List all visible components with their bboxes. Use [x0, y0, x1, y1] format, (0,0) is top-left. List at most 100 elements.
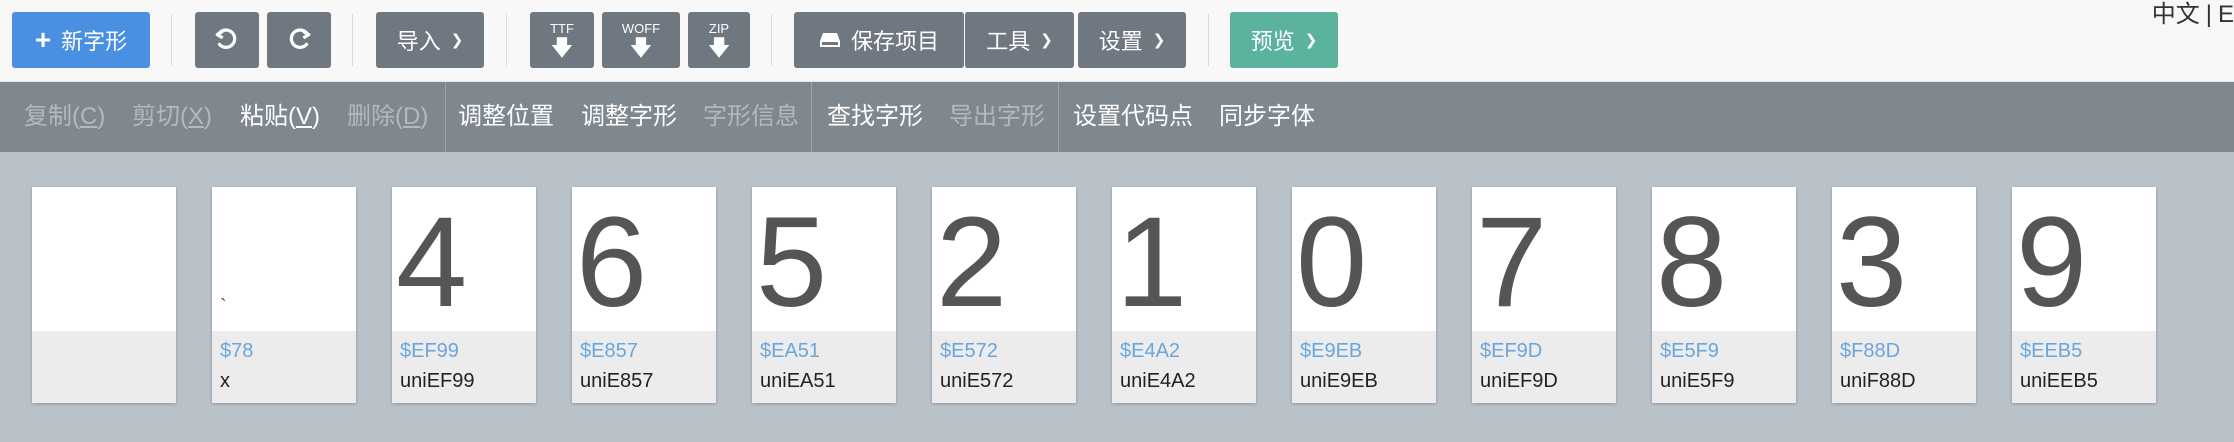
download-arrow-icon: 🡇 — [550, 34, 574, 60]
glyph-card[interactable]: 2 $E572 uniE572 — [932, 187, 1076, 403]
sync-font-action[interactable]: 同步字体 — [1219, 82, 1315, 152]
glyph-codepoint: $E857 — [580, 340, 638, 362]
language-switcher: 中文 | E — [2152, 0, 2234, 30]
glyph-codepoint: $EF99 — [400, 340, 459, 362]
redo-icon — [289, 28, 311, 49]
download-woff-button[interactable]: WOFF 🡇 — [602, 12, 680, 68]
action-separator — [1058, 82, 1059, 152]
delete-label-end: ) — [420, 103, 429, 130]
glyph-codepoint — [40, 337, 168, 367]
glyph-codepoint: $E4A2 — [1120, 340, 1181, 362]
toolbar-separator — [171, 14, 172, 66]
delete-action[interactable]: 删除(D) — [347, 82, 428, 152]
glyph-info: $E4A2 uniE4A2 — [1112, 331, 1256, 403]
main-toolbar: + 新字形 导入 ❯ TTF 🡇 WOFF 🡇 ZIP 🡇 保存项目 工具 ❯ 设置 … — [0, 0, 2234, 82]
glyph-codepoint: $EA51 — [760, 340, 821, 362]
new-glyph-label: 新字形 — [61, 29, 128, 54]
woff-label: WOFF — [621, 20, 661, 36]
copy-label-end: ) — [97, 103, 106, 130]
chevron-down-icon: ❯ — [450, 32, 464, 49]
glyph-codepoint: $EEB5 — [2020, 340, 2083, 362]
glyph-name: uniF88D — [1840, 370, 1916, 392]
glyph-name: uniE572 — [940, 370, 1014, 392]
redo-button[interactable] — [267, 12, 331, 68]
glyph-preview: 5 — [756, 191, 828, 334]
ttf-label: TTF — [550, 20, 574, 36]
glyph-card[interactable]: 1 $E4A2 uniE4A2 — [1112, 187, 1256, 403]
download-zip-button[interactable]: ZIP 🡇 — [688, 12, 750, 68]
language-zh-link[interactable]: 中文 — [2152, 1, 2200, 28]
glyph-name: uniE5F9 — [1660, 370, 1735, 392]
glyph-preview: ` — [220, 296, 227, 318]
glyph-codepoint: $E572 — [940, 340, 998, 362]
glyph-preview: 1 — [1116, 191, 1188, 334]
glyph-card[interactable]: 0 $E9EB uniE9EB — [1292, 187, 1436, 403]
glyph-card[interactable]: 7 $EF9D uniEF9D — [1472, 187, 1616, 403]
glyph-preview: 8 — [1656, 191, 1728, 334]
glyph-name: uniEF99 — [400, 370, 475, 392]
copy-action[interactable]: 复制(C) — [24, 82, 105, 152]
preview-menu-button[interactable]: 预览 ❯ — [1230, 12, 1338, 68]
glyph-codepoint: $EF9D — [1480, 340, 1543, 362]
toolbar-separator — [771, 14, 772, 66]
new-glyph-button[interactable]: + 新字形 — [12, 12, 150, 68]
glyph-card[interactable]: 6 $E857 uniE857 — [572, 187, 716, 403]
glyph-codepoint: $F88D — [1840, 340, 1901, 362]
cut-label: 剪切( — [132, 103, 188, 130]
glyph-preview: 3 — [1836, 191, 1908, 334]
set-codepoint-action[interactable]: 设置代码点 — [1073, 82, 1193, 152]
paste-label-end: ) — [312, 103, 321, 130]
glyph-codepoint: $E9EB — [1300, 340, 1363, 362]
glyph-preview — [32, 187, 176, 331]
glyph-info-action[interactable]: 字形信息 — [703, 82, 799, 152]
action-separator — [811, 82, 812, 152]
cut-action[interactable]: 剪切(X) — [132, 82, 212, 152]
toolbar-separator — [352, 14, 353, 66]
undo-icon — [215, 28, 237, 49]
edit-action-bar: 复制(C) 剪切(X) 粘贴(V) 删除(D) 调整位置 调整字形 字形信息 查… — [0, 82, 2234, 152]
delete-label: 删除( — [347, 103, 403, 130]
delete-shortcut: D — [403, 103, 421, 130]
glyph-codepoint: $78 — [220, 340, 254, 362]
paste-action[interactable]: 粘贴(V) — [240, 82, 320, 152]
import-label: 导入 — [396, 29, 441, 54]
glyph-card[interactable]: 4 $EF99 uniEF99 — [392, 187, 536, 403]
download-ttf-button[interactable]: TTF 🡇 — [530, 12, 594, 68]
glyph-card[interactable]: 3 $F88D uniF88D — [1832, 187, 1976, 403]
toolbar-separator — [506, 14, 507, 66]
glyph-card[interactable]: 9 $EEB5 uniEEB5 — [2012, 187, 2156, 403]
import-button[interactable]: 导入 ❯ — [376, 12, 484, 68]
glyph-info: $EF9D uniEF9D — [1472, 331, 1616, 403]
glyph-preview: 2 — [936, 191, 1008, 334]
adjust-position-action[interactable]: 调整位置 — [458, 82, 554, 152]
glyph-preview: 6 — [576, 191, 648, 334]
glyph-preview: 4 — [396, 191, 468, 334]
undo-button[interactable] — [195, 12, 259, 68]
glyph-name: uniEEB5 — [2020, 370, 2098, 392]
cut-label-end: ) — [204, 103, 213, 130]
glyph-card[interactable]: 8 $E5F9 uniE5F9 — [1652, 187, 1796, 403]
chevron-down-icon: ❯ — [1040, 32, 1053, 49]
save-project-button[interactable]: 保存项目 — [794, 12, 964, 68]
settings-menu-button[interactable]: 设置 ❯ — [1078, 12, 1186, 68]
glyph-info: $E857 uniE857 — [572, 331, 716, 403]
glyph-card[interactable] — [32, 187, 176, 403]
glyph-name: x — [220, 370, 230, 392]
tools-menu-button[interactable]: 工具 ❯ — [964, 12, 1074, 68]
glyph-card[interactable]: ` $78 x — [212, 187, 356, 403]
glyph-preview: 7 — [1476, 191, 1548, 334]
language-en-link[interactable]: E — [2218, 1, 2234, 28]
glyph-info — [32, 331, 176, 403]
copy-shortcut: C — [80, 103, 98, 130]
export-glyph-action[interactable]: 导出字形 — [949, 82, 1045, 152]
tools-label: 工具 — [986, 29, 1031, 54]
find-glyph-action[interactable]: 查找字形 — [827, 82, 923, 152]
glyph-name: uniE4A2 — [1120, 370, 1196, 392]
glyph-card[interactable]: 5 $EA51 uniEA51 — [752, 187, 896, 403]
adjust-glyph-action[interactable]: 调整字形 — [581, 82, 677, 152]
preview-label: 预览 — [1250, 29, 1295, 54]
copy-label: 复制( — [24, 103, 80, 130]
save-project-label: 保存项目 — [850, 29, 939, 54]
paste-label: 粘贴( — [240, 103, 296, 130]
glyph-info: $EEB5 uniEEB5 — [2012, 331, 2156, 403]
